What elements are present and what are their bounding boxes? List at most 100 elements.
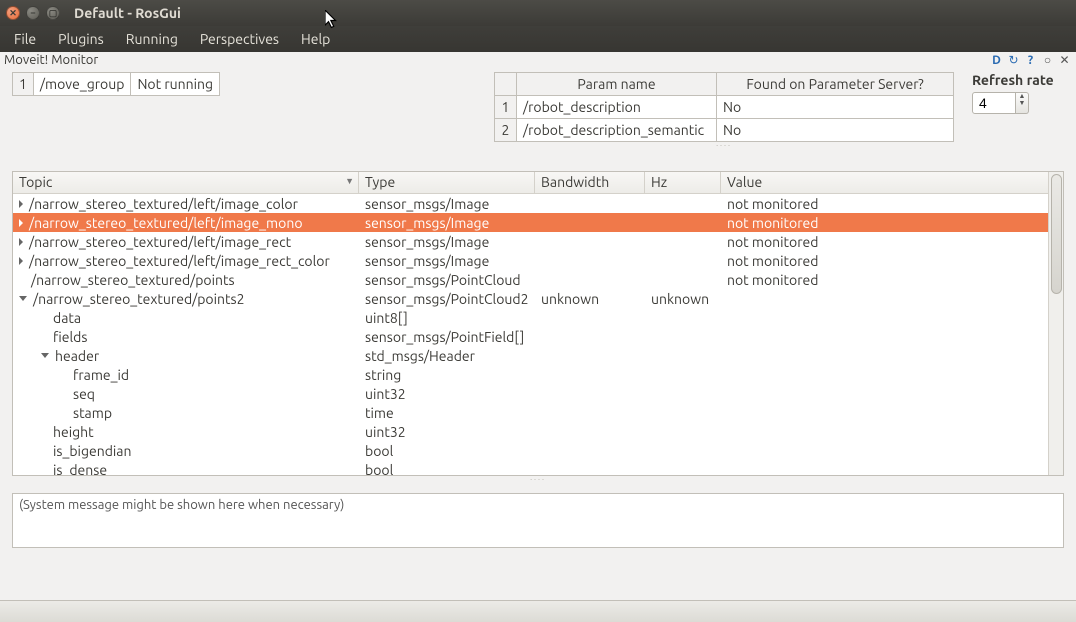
topic-value-cell: not monitored [721, 253, 1041, 269]
topic-name-cell: header [13, 348, 359, 364]
col-bandwidth[interactable]: Bandwidth [535, 172, 645, 193]
col-topic[interactable]: Topic▼ [13, 172, 359, 193]
topic-row[interactable]: stamptime [13, 403, 1048, 422]
expand-caret-icon[interactable] [19, 238, 23, 246]
topic-value-cell: not monitored [721, 234, 1041, 250]
param-name: /robot_description [517, 96, 717, 119]
topic-row[interactable]: /narrow_stereo_textured/pointssensor_msg… [13, 270, 1048, 289]
menu-perspectives[interactable]: Perspectives [200, 31, 279, 47]
topic-name-cell: /narrow_stereo_textured/left/image_color [13, 196, 359, 212]
topic-type-cell: sensor_msgs/PointCloud2 [359, 291, 535, 307]
node-name: /move_group [33, 73, 131, 96]
splitter-grip[interactable] [12, 476, 1064, 483]
topic-type-cell: sensor_msgs/Image [359, 253, 535, 269]
param-row[interactable]: 2 /robot_description_semantic No [495, 119, 954, 142]
params-table[interactable]: Param name Found on Parameter Server? 1 … [494, 72, 954, 142]
menubar: File Plugins Running Perspectives Help [0, 26, 1076, 52]
topic-name-cell: fields [13, 329, 359, 345]
dock-title-label: Moveit! Monitor [4, 53, 98, 67]
vertical-scrollbar[interactable] [1048, 172, 1063, 475]
topic-name-cell: stamp [13, 405, 359, 421]
expand-caret-icon[interactable] [19, 219, 23, 227]
topic-row[interactable]: is_densebool [13, 460, 1048, 475]
dock-d-icon[interactable]: D [989, 53, 1004, 68]
topic-value-cell: not monitored [721, 215, 1041, 231]
expand-caret-icon[interactable] [19, 200, 23, 208]
node-status: Not running [131, 73, 220, 96]
refresh-rate-input[interactable] [972, 92, 1016, 114]
system-message-text: (System message might be shown here when… [19, 498, 344, 512]
topic-hz-cell: unknown [645, 291, 721, 307]
topic-name-cell: /narrow_stereo_textured/left/image_rect_… [13, 253, 359, 269]
dropdown-icon[interactable]: ▼ [345, 176, 354, 186]
window-close-button[interactable]: ✕ [6, 6, 20, 20]
topic-name-cell: /narrow_stereo_textured/points2 [13, 291, 359, 307]
topic-row[interactable]: sequint32 [13, 384, 1048, 403]
refresh-rate-spinbox[interactable]: ▲ ▼ [972, 92, 1054, 114]
splitter-grip[interactable] [494, 142, 954, 149]
collapse-caret-icon[interactable] [19, 296, 27, 301]
menu-file[interactable]: File [14, 31, 36, 47]
topic-type-cell: sensor_msgs/PointCloud [359, 272, 535, 288]
scrollbar-thumb[interactable] [1051, 174, 1062, 294]
param-found-header[interactable]: Found on Parameter Server? [717, 73, 954, 96]
topic-row[interactable]: /narrow_stereo_textured/left/image_color… [13, 194, 1048, 213]
topic-row[interactable]: datauint8[] [13, 308, 1048, 327]
menu-running[interactable]: Running [126, 31, 178, 47]
param-row[interactable]: 1 /robot_description No [495, 96, 954, 119]
system-message-area: (System message might be shown here when… [12, 493, 1064, 548]
window-maximize-button[interactable]: ▢ [46, 6, 60, 20]
refresh-rate-label: Refresh rate [972, 72, 1054, 88]
topic-type-cell: uint32 [359, 386, 535, 402]
dock-circle-icon[interactable]: ○ [1040, 53, 1055, 68]
collapse-caret-icon[interactable] [41, 353, 49, 358]
topic-row[interactable]: /narrow_stereo_textured/points2sensor_ms… [13, 289, 1048, 308]
topic-type-cell: string [359, 367, 535, 383]
dock-help-icon[interactable]: ? [1023, 53, 1038, 68]
col-hz[interactable]: Hz [645, 172, 721, 193]
topic-type-cell: uint32 [359, 424, 535, 440]
window-titlebar: ✕ – ▢ Default - RosGui [0, 0, 1076, 26]
topic-row[interactable]: /narrow_stereo_textured/left/image_monos… [13, 213, 1048, 232]
param-found: No [717, 96, 954, 119]
param-name: /robot_description_semantic [517, 119, 717, 142]
node-idx: 1 [13, 73, 34, 96]
col-value[interactable]: Value [721, 172, 1041, 193]
topic-row[interactable]: fieldssensor_msgs/PointField[] [13, 327, 1048, 346]
topic-name-cell: /narrow_stereo_textured/points [13, 272, 359, 288]
topic-type-cell: sensor_msgs/Image [359, 196, 535, 212]
topic-value-cell: not monitored [721, 272, 1041, 288]
param-name-header[interactable]: Param name [517, 73, 717, 96]
topic-row[interactable]: /narrow_stereo_textured/left/image_rect_… [13, 251, 1048, 270]
menu-help[interactable]: Help [301, 31, 330, 47]
nodes-table[interactable]: 1 /move_group Not running [12, 72, 220, 96]
topic-type-cell: sensor_msgs/Image [359, 234, 535, 250]
topic-name-cell: data [13, 310, 359, 326]
dock-reload-icon[interactable]: ↻ [1006, 53, 1021, 68]
topic-name-cell: /narrow_stereo_textured/left/image_mono [13, 215, 359, 231]
topic-value-cell: not monitored [721, 196, 1041, 212]
expand-caret-icon[interactable] [19, 257, 23, 265]
menu-plugins[interactable]: Plugins [58, 31, 104, 47]
col-type[interactable]: Type [359, 172, 535, 193]
topic-type-cell: bool [359, 443, 535, 459]
topic-row[interactable]: heightuint32 [13, 422, 1048, 441]
param-idx: 2 [495, 119, 517, 142]
spin-down-button[interactable]: ▼ [1016, 100, 1028, 107]
topic-row[interactable]: is_bigendianbool [13, 441, 1048, 460]
topic-row[interactable]: headerstd_msgs/Header [13, 346, 1048, 365]
topics-header-row: Topic▼ Type Bandwidth Hz Value [13, 172, 1048, 194]
topic-bw-cell: unknown [535, 291, 645, 307]
topic-row[interactable]: /narrow_stereo_textured/left/image_rects… [13, 232, 1048, 251]
topic-name-cell: /narrow_stereo_textured/left/image_rect [13, 234, 359, 250]
node-row[interactable]: 1 /move_group Not running [13, 73, 220, 96]
dock-titlebar: Moveit! Monitor D ↻ ? ○ ✕ [0, 52, 1076, 68]
topic-name-cell: is_dense [13, 462, 359, 476]
topic-type-cell: time [359, 405, 535, 421]
window-minimize-button[interactable]: – [26, 6, 40, 20]
topics-panel: Topic▼ Type Bandwidth Hz Value /narrow_s… [12, 171, 1064, 476]
topic-row[interactable]: frame_idstring [13, 365, 1048, 384]
dock-close-icon[interactable]: ✕ [1057, 53, 1072, 68]
param-idx: 1 [495, 96, 517, 119]
topic-name-cell: is_bigendian [13, 443, 359, 459]
